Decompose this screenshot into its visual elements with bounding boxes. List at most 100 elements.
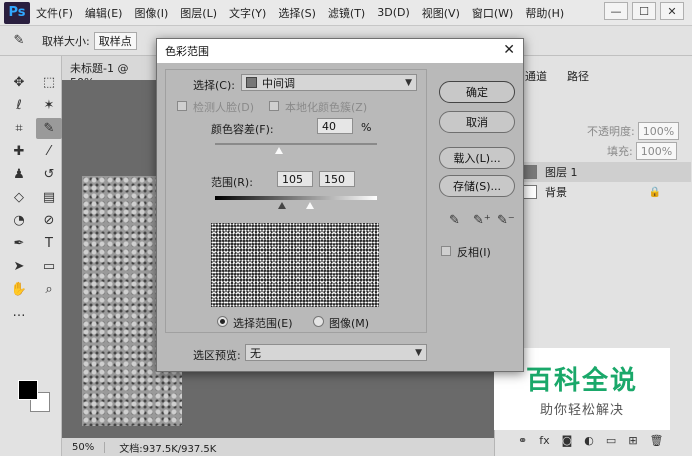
menu-filter[interactable]: 滤镜(T) [322, 5, 371, 21]
select-dropdown[interactable]: 中间调 ▼ [241, 74, 417, 91]
mask-icon[interactable]: ◙ [562, 434, 573, 447]
eyedropper-minus-icon[interactable]: ✎⁻ [497, 213, 515, 228]
foreground-color-swatch[interactable] [18, 380, 38, 400]
menu-layer[interactable]: 图层(L) [174, 5, 223, 21]
sample-size-select[interactable]: 取样点 [93, 31, 137, 50]
dodge-tool-icon[interactable]: ⊘ [36, 210, 62, 231]
invert-label: 反相(I) [457, 246, 491, 259]
adjustment-icon[interactable]: ◐ [584, 434, 594, 447]
tab-paths[interactable]: 路径 [557, 66, 599, 88]
selection-preview-label: 选区预览: [193, 349, 241, 362]
eyedropper-tool-icon[interactable]: ✎ [6, 30, 32, 51]
eyedropper-plus-icon[interactable]: ✎⁺ [473, 213, 491, 228]
history-brush-icon[interactable]: ↺ [36, 164, 62, 185]
range-high-input[interactable]: 150 [319, 171, 355, 187]
window-close-button[interactable]: ✕ [660, 2, 684, 20]
menu-help[interactable]: 帮助(H) [519, 5, 570, 21]
hand-tool-icon[interactable]: ✋ [6, 279, 32, 300]
range-low-input[interactable]: 105 [277, 171, 313, 187]
radio-selection[interactable] [217, 316, 228, 327]
fill-value[interactable]: 100% [635, 142, 678, 160]
fuzziness-slider[interactable] [215, 143, 377, 145]
fx-icon[interactable]: fx [539, 434, 549, 447]
menu-select[interactable]: 选择(S) [272, 5, 322, 21]
chevron-down-icon: ▼ [415, 347, 422, 358]
dialog-titlebar: 色彩范围 ✕ [157, 39, 523, 63]
path-select-icon[interactable]: ➤ [6, 256, 32, 277]
sample-size-label: 取样大小: [42, 34, 90, 48]
fuzziness-label: 颜色容差(F): [211, 123, 274, 136]
menu-type[interactable]: 文字(Y) [223, 5, 272, 21]
link-layers-icon[interactable]: ⚭ [518, 434, 527, 447]
layers-panel-footer: ⚭ fx ◙ ◐ ▭ ⊞ 🗑 [518, 434, 664, 447]
minimize-button[interactable]: — [604, 2, 628, 20]
menu-file[interactable]: 文件(F) [30, 5, 79, 21]
rectangle-tool-icon[interactable]: ▭ [36, 256, 62, 277]
zoom-level[interactable]: 50% [62, 441, 106, 453]
trash-icon[interactable]: 🗑 [650, 434, 664, 447]
range-gradient-slider[interactable] [215, 196, 377, 200]
lock-icon: 🔒 [648, 186, 661, 198]
menu-image[interactable]: 图像(I) [128, 5, 174, 21]
ok-button[interactable]: 确定 [439, 81, 515, 103]
localized-color-label: 本地化颜色簇(Z) [285, 101, 368, 114]
zoom-tool-icon[interactable]: ⌕ [36, 279, 62, 300]
fuzziness-input[interactable]: 40 [317, 118, 353, 134]
radio-image[interactable] [313, 316, 324, 327]
pen-tool-icon[interactable]: ✒ [6, 233, 32, 254]
detect-faces-checkbox[interactable] [177, 101, 187, 111]
eyedropper-icon[interactable]: ✎ [449, 213, 460, 228]
status-bar: 50% 文档:937.5K/937.5K [62, 438, 494, 456]
new-layer-icon[interactable]: ⊞ [628, 434, 637, 447]
more-tools-icon[interactable]: … [6, 302, 32, 323]
localized-color-checkbox[interactable] [269, 101, 279, 111]
type-tool-icon[interactable]: T [36, 233, 62, 254]
layer-row-background[interactable]: 背景 🔒 [521, 182, 691, 202]
menu-edit[interactable]: 编辑(E) [79, 5, 129, 21]
dialog-close-button[interactable]: ✕ [503, 42, 515, 58]
opacity-value[interactable]: 100% [637, 122, 680, 140]
layer-row-1[interactable]: 图层 1 [521, 162, 691, 182]
clone-stamp-icon[interactable]: ♟ [6, 164, 32, 185]
tools-panel: ✥ ⬚ ℓ ✶ ⌗ ✎ ✚ ⁄ ♟ ↺ ◇ ▤ ◔ ⊘ ✒ T ➤ ▭ ✋ ⌕ … [0, 56, 62, 456]
document-info: 文档:937.5K/937.5K [119, 443, 217, 455]
lasso-tool-icon[interactable]: ℓ [6, 95, 32, 116]
eyedropper-icon[interactable]: ✎ [36, 118, 62, 139]
marquee-tool-icon[interactable]: ⬚ [36, 72, 62, 93]
detect-faces-label: 检测人脸(D) [193, 101, 255, 114]
menu-window[interactable]: 窗口(W) [466, 5, 519, 21]
watermark-title: 百科全说 [525, 366, 638, 396]
cancel-button[interactable]: 取消 [439, 111, 515, 133]
document-tab[interactable]: 未标题-1 @ 50% [62, 56, 162, 89]
group-icon[interactable]: ▭ [606, 434, 616, 447]
crop-tool-icon[interactable]: ⌗ [6, 118, 32, 139]
range-low-handle[interactable] [278, 202, 286, 209]
selection-preview-image[interactable] [211, 223, 379, 307]
move-tool-icon[interactable]: ✥ [6, 72, 32, 93]
dialog-body: 选择(C): 中间调 ▼ 检测人脸(D) 本地化颜色簇(Z) 颜色容差(F): … [157, 63, 523, 371]
color-range-dialog: 色彩范围 ✕ 选择(C): 中间调 ▼ 检测人脸(D) 本地化颜色簇(Z) 颜色… [156, 38, 524, 372]
gradient-tool-icon[interactable]: ▤ [36, 187, 62, 208]
menu-view[interactable]: 视图(V) [416, 5, 466, 21]
layer-name: 图层 1 [545, 166, 578, 179]
selection-preview-dropdown[interactable]: 无 ▼ [245, 344, 427, 361]
fuzziness-slider-handle[interactable] [275, 147, 283, 154]
radio-selection-label: 选择范围(E) [233, 317, 293, 330]
radio-image-label: 图像(M) [329, 317, 370, 330]
blur-tool-icon[interactable]: ◔ [6, 210, 32, 231]
dialog-title: 色彩范围 [165, 45, 209, 58]
opacity-label: 不透明度: [587, 125, 635, 138]
healing-brush-icon[interactable]: ✚ [6, 141, 32, 162]
menu-3d[interactable]: 3D(D) [371, 6, 416, 19]
range-high-handle[interactable] [306, 202, 314, 209]
magic-wand-icon[interactable]: ✶ [36, 95, 62, 116]
select-label: 选择(C): [193, 79, 235, 92]
invert-checkbox[interactable] [441, 246, 451, 256]
maximize-button[interactable]: ☐ [632, 2, 656, 20]
layer-name: 背景 [545, 186, 567, 199]
eraser-tool-icon[interactable]: ◇ [6, 187, 32, 208]
load-button[interactable]: 载入(L)... [439, 147, 515, 169]
save-button[interactable]: 存储(S)... [439, 175, 515, 197]
brush-tool-icon[interactable]: ⁄ [36, 141, 62, 162]
fill-label: 填充: [607, 145, 633, 158]
